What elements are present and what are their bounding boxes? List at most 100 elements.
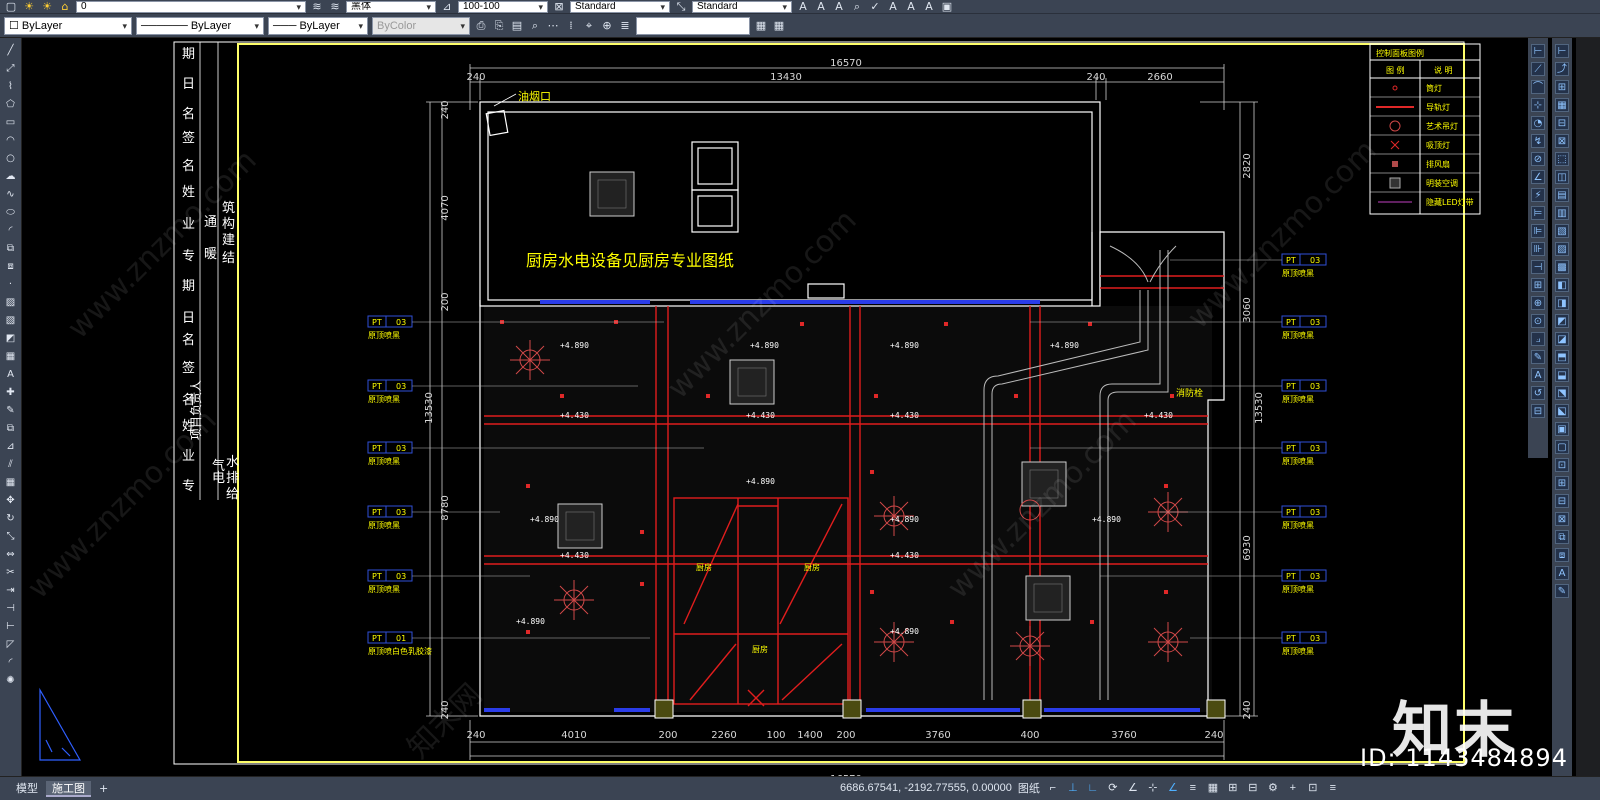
print-icon[interactable]: ⎙	[474, 19, 488, 33]
layer-properties-icon[interactable]: ≋	[328, 0, 342, 13]
polygon-icon[interactable]: ⬠	[4, 98, 18, 112]
ellipse-icon[interactable]: ⬭	[4, 206, 18, 220]
text-a-icon[interactable]: A	[796, 0, 810, 13]
layer-square-icon[interactable]: ▢	[4, 0, 18, 13]
point-icon[interactable]: ·	[4, 278, 18, 292]
baseline-icon[interactable]: ⊨	[1531, 206, 1545, 220]
quick-select-icon[interactable]: ▦	[772, 19, 786, 33]
line-icon[interactable]: ╱	[4, 44, 18, 58]
dimension-style-icon[interactable]: ⊿	[440, 0, 454, 13]
tool-g-icon[interactable]: ⬚	[1555, 152, 1569, 166]
tab-model[interactable]: 模型	[10, 781, 44, 797]
diameter-icon[interactable]: ⊘	[1531, 152, 1545, 166]
zoom-icon[interactable]: ⌕	[528, 19, 542, 33]
dim-style-icon[interactable]: ⊟	[1531, 404, 1545, 418]
annotation-icon[interactable]: ⊟	[1246, 781, 1260, 795]
radius-icon[interactable]: ◔	[1531, 116, 1545, 130]
layer-tools-icon[interactable]: ≣	[618, 19, 632, 33]
erase-icon[interactable]: ✎	[4, 404, 18, 418]
jogged-linear-icon[interactable]: ⟓	[1531, 332, 1545, 346]
tool-ad-icon[interactable]: A	[1555, 566, 1569, 580]
ortho-toggle-icon[interactable]: ⟳	[1106, 781, 1120, 795]
tool-b-icon[interactable]: ⤴	[1555, 62, 1569, 76]
mirror-icon[interactable]: ⊿	[4, 440, 18, 454]
tool-d-icon[interactable]: ▦	[1555, 98, 1569, 112]
tolerance-icon[interactable]: ⊞	[1531, 278, 1545, 292]
text-style-icon[interactable]: ⊠	[552, 0, 566, 13]
customize-icon[interactable]: ≡	[1326, 781, 1340, 795]
center-mark-icon[interactable]: ⊕	[1531, 296, 1545, 310]
continue-icon[interactable]: ⊫	[1531, 224, 1545, 238]
revcloud-icon[interactable]: ☁	[4, 170, 18, 184]
workspace-icon[interactable]: ▦	[754, 19, 768, 33]
tool-ac-icon[interactable]: ⧈	[1555, 548, 1569, 562]
construction-line-icon[interactable]: ⤢	[4, 62, 18, 76]
lineweight-select[interactable]: ─── ByLayer ▾	[268, 16, 368, 35]
jogged-icon[interactable]: ↯	[1531, 134, 1545, 148]
ortho-icon[interactable]: ⌖	[582, 19, 596, 33]
polar-toggle-icon[interactable]: ∠	[1126, 781, 1140, 795]
tool-j-icon[interactable]: ▥	[1555, 206, 1569, 220]
snap-icon[interactable]: ⋯	[546, 19, 560, 33]
text-a2-icon[interactable]: A	[814, 0, 828, 13]
circle-icon[interactable]: ○	[4, 152, 18, 166]
text-edit-icon[interactable]: A	[832, 0, 846, 13]
command-search-input[interactable]	[636, 16, 750, 35]
tool-x-icon[interactable]: ⊡	[1555, 458, 1569, 472]
tool-c-icon[interactable]: ⊞	[1555, 80, 1569, 94]
grid-icon[interactable]: ⁞	[564, 19, 578, 33]
tool-y-icon[interactable]: ⊞	[1555, 476, 1569, 490]
break-icon[interactable]: ⊣	[4, 602, 18, 616]
linear-dim-icon[interactable]: ⊢	[1531, 44, 1545, 58]
spell-check-icon[interactable]: ✓	[868, 0, 882, 13]
hatch-icon[interactable]: ▨	[4, 296, 18, 310]
ellipse-arc-icon[interactable]: ◜	[4, 224, 18, 238]
text-style-select[interactable]: Standard ▾	[570, 0, 670, 13]
tool-a-icon[interactable]: ⊢	[1555, 44, 1569, 58]
plus-icon[interactable]: +	[1286, 781, 1300, 795]
color-select[interactable]: ☐ ByLayer ▾	[4, 16, 132, 35]
table-icon[interactable]: ▦	[4, 350, 18, 364]
region-icon[interactable]: ◩	[4, 332, 18, 346]
rotate-icon[interactable]: ↻	[4, 512, 18, 526]
trim-icon[interactable]: ✂	[4, 566, 18, 580]
drawing-canvas[interactable]: 期 日 名 签 名 姓 业 专 通 筑 构 暖 建 结 期 日 名 签 名 姓 …	[22, 38, 1526, 776]
tool-n-icon[interactable]: ◧	[1555, 278, 1569, 292]
dim-style-select[interactable]: Standard ▾	[692, 0, 792, 13]
font-select[interactable]: 黑体 ▾	[346, 0, 436, 13]
arc-icon[interactable]: ◠	[4, 134, 18, 148]
aligned-dim-icon[interactable]: ⟋	[1531, 62, 1545, 76]
tool-ab-icon[interactable]: ⧉	[1555, 530, 1569, 544]
tool-e-icon[interactable]: ⊟	[1555, 116, 1569, 130]
text-scale-icon[interactable]: A	[886, 0, 900, 13]
text-frame-icon[interactable]: ▣	[940, 0, 954, 13]
scale-select[interactable]: 100-100 ▾	[458, 0, 548, 13]
chamfer-icon[interactable]: ◸	[4, 638, 18, 652]
scale-icon[interactable]: ⤡	[4, 530, 18, 544]
angular-icon[interactable]: ∠	[1531, 170, 1545, 184]
clean-screen-icon[interactable]: ⊡	[1306, 781, 1320, 795]
tool-u-icon[interactable]: ⬕	[1555, 404, 1569, 418]
polar-icon[interactable]: ⊕	[600, 19, 614, 33]
spline-icon[interactable]: ∿	[4, 188, 18, 202]
otrack-toggle-icon[interactable]: ∠	[1166, 781, 1180, 795]
layer-state-icon[interactable]: ≋	[310, 0, 324, 13]
tab-layout[interactable]: 施工图	[46, 780, 91, 797]
quick-dim-icon[interactable]: ⚡	[1531, 188, 1545, 202]
sun-icon[interactable]: ☀	[40, 0, 54, 13]
tool-z-icon[interactable]: ⊟	[1555, 494, 1569, 508]
lock-icon[interactable]: ⌂	[58, 0, 72, 13]
tool-s-icon[interactable]: ⬓	[1555, 368, 1569, 382]
break-dim-icon[interactable]: ⊣	[1531, 260, 1545, 274]
space-icon[interactable]: ⊪	[1531, 242, 1545, 256]
explode-icon[interactable]: ✺	[4, 674, 18, 688]
lineweight-toggle-icon[interactable]: ≡	[1186, 781, 1200, 795]
tool-f-icon[interactable]: ⊠	[1555, 134, 1569, 148]
linetype-select[interactable]: ────── ByLayer ▾	[136, 16, 264, 35]
tool-r-icon[interactable]: ⬒	[1555, 350, 1569, 364]
tool-l-icon[interactable]: ▨	[1555, 242, 1569, 256]
model-space-icon[interactable]: ⌐	[1046, 781, 1060, 795]
selection-cycling-icon[interactable]: ⊞	[1226, 781, 1240, 795]
tool-i-icon[interactable]: ▤	[1555, 188, 1569, 202]
copy-icon[interactable]: ⧉	[4, 422, 18, 436]
